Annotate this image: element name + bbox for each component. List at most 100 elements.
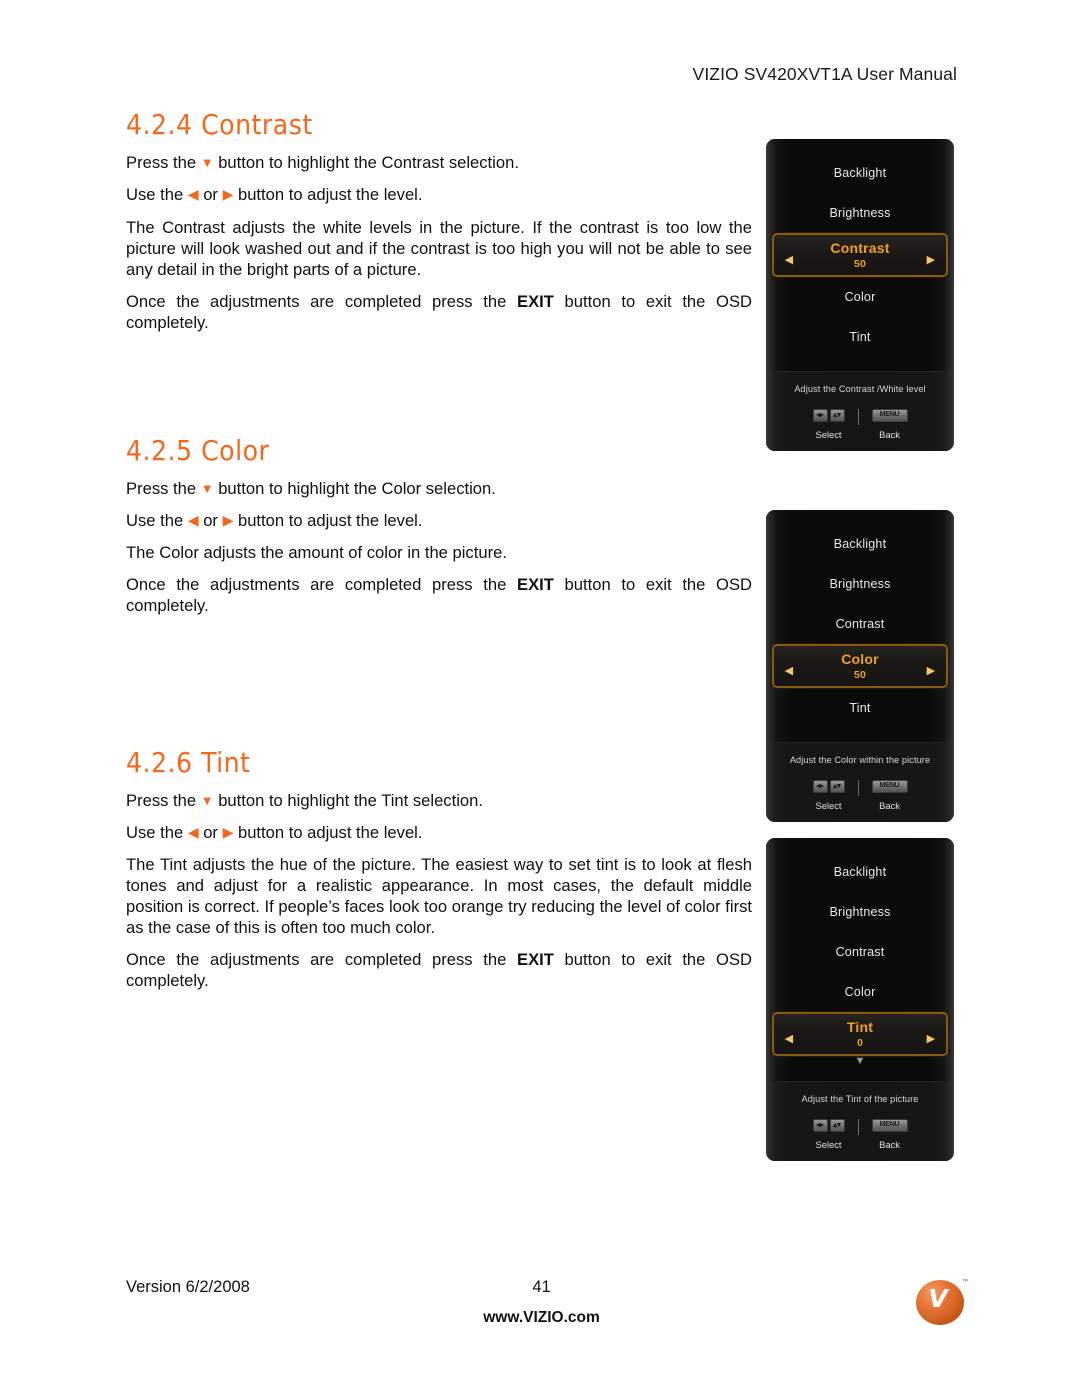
decrease-arrow-icon: ◀ [784,665,794,677]
key-separator [857,780,859,796]
left-right-key-icon: ◂▸ [812,1119,828,1132]
osd-footer: Adjust the Color within the picture ◂▸ ▴▾ S… [766,743,954,822]
scroll-down-icon: ▼ [854,1055,866,1067]
arrow-left-icon: ◀ [187,512,199,529]
osd-screenshot-color: Backlight Brightness Contrast ◀ ▶ Color 50 Tint… [766,510,954,822]
osd-menu-item: Tint [766,688,954,728]
arrow-down-icon: ▼ [200,792,214,808]
osd-footer: Adjust the Contrast /White level ◂▸ ▴▾ Sele… [766,372,954,451]
osd-key-legend: ◂▸ ▴▾ Select MENU Back [766,409,954,440]
osd-menu-item: Backlight [766,852,954,892]
decrease-arrow-icon: ◀ [784,254,794,266]
increase-arrow-icon: ▶ [926,665,936,677]
decrease-arrow-icon: ◀ [784,1033,794,1045]
key-separator [857,409,859,425]
up-down-key-icon: ▴▾ [829,1119,845,1132]
paragraph: Use the ◀ or ▶ button to adjust the leve… [126,822,423,842]
osd-menu-item-selected: ◀ ▶ Color 50 [772,644,948,688]
osd-menu-list: Backlight Brightness Contrast ◀ ▶ Color 50 Tint [766,510,954,738]
exit-keyword: EXIT [517,291,554,311]
back-key-label: Back [879,1139,900,1150]
paragraph: Press the ▼ button to highlight the Colo… [126,479,496,499]
paragraph: The Color adjusts the amount of color in… [126,543,507,563]
osd-menu-item: Brightness [766,892,954,932]
section-color: 4.2.5 Color Press the ▼ button to highli… [126,433,753,617]
key-separator [857,1119,859,1135]
osd-item-value: 50 [853,669,867,681]
osd-item-label: Color [844,290,876,304]
osd-item-label: Brightness [829,206,891,220]
osd-menu-item: Color [766,277,954,317]
osd-item-label: Contrast [835,617,885,631]
section-contrast: 4.2.4 Contrast Press the ▼ button to hig… [126,110,752,333]
section-title-tint: 4.2.6 Tint [126,745,251,779]
osd-panel: Backlight Brightness Contrast ◀ ▶ Color 50 Tint… [766,510,954,822]
key-row: ◂▸ ▴▾ [812,780,845,793]
menu-key-icon: MENU [871,409,908,422]
osd-select-keys: ◂▸ ▴▾ Select [812,780,845,811]
left-right-key-icon: ◂▸ [812,409,828,422]
osd-item-label: Backlight [833,166,887,180]
page-header: VIZIO SV420XVT1A User Manual [692,64,957,84]
osd-item-label: Contrast [835,945,885,959]
key-row: ◂▸ ▴▾ [812,409,845,422]
osd-back-key: MENU Back [871,1119,908,1150]
back-key-label: Back [879,800,900,811]
key-row: MENU [871,1119,908,1132]
arrow-down-icon: ▼ [200,155,214,171]
footer-page-number: 41 [532,1278,551,1296]
osd-item-label: Tint [846,1019,874,1035]
osd-back-key: MENU Back [871,409,908,440]
increase-arrow-icon: ▶ [926,254,936,266]
osd-menu-item: Brightness [766,193,954,233]
osd-menu-item: Tint [766,317,954,357]
osd-hint-text: Adjust the Color within the picture [789,755,931,765]
paragraph: The Contrast adjusts the white levels in… [126,217,752,279]
paragraph: Once the adjustments are completed press… [126,950,753,991]
osd-item-label: Tint [849,701,871,715]
osd-item-label: Contrast [830,240,890,256]
osd-item-label: Color [844,985,876,999]
osd-item-label: Brightness [829,905,891,919]
vizio-logo: V ™ [914,1277,970,1327]
arrow-left-icon: ◀ [187,823,199,840]
osd-menu-list: Backlight Brightness ◀ ▶ Contrast 50 Color Tint [766,139,954,367]
paragraph: Press the ▼ button to highlight the Cont… [126,153,519,173]
osd-item-label: Backlight [833,537,887,551]
section-title-color: 4.2.5 Color [126,433,270,467]
key-row: MENU [871,409,908,422]
back-key-label: Back [879,429,900,440]
osd-menu-item: Backlight [766,153,954,193]
key-row: MENU [871,780,908,793]
osd-item-label: Tint [849,330,871,344]
exit-keyword: EXIT [517,575,554,595]
menu-key-icon: MENU [871,780,908,793]
paragraph: Use the ◀ or ▶ button to adjust the leve… [126,511,423,531]
arrow-down-icon: ▼ [200,481,214,497]
osd-select-keys: ◂▸ ▴▾ Select [812,1119,845,1150]
manual-page: VIZIO SV420XVT1A User Manual 4.2.4 Contr… [0,0,1080,1397]
paragraph: Use the ◀ or ▶ button to adjust the leve… [126,185,423,205]
paragraph: Once the adjustments are completed press… [126,575,753,616]
increase-arrow-icon: ▶ [926,1033,936,1045]
arrow-left-icon: ◀ [187,186,199,203]
osd-menu-item: Brightness [766,564,954,604]
section-title-contrast: 4.2.4 Contrast [126,108,313,141]
osd-panel: Backlight Brightness ◀ ▶ Contrast 50 Color Tint… [766,139,954,451]
paragraph: The Tint adjusts the hue of the picture.… [126,855,752,938]
osd-item-value: 50 [853,258,867,270]
osd-footer: Adjust the Tint of the picture ◂▸ ▴▾ Select… [766,1082,954,1161]
up-down-key-icon: ▴▾ [829,780,845,793]
arrow-right-icon: ▶ [222,512,234,529]
osd-menu-item: Contrast [766,932,954,972]
osd-item-value: 0 [856,1037,864,1049]
key-row: ◂▸ ▴▾ [812,1119,845,1132]
paragraph: Once the adjustments are completed press… [126,291,753,332]
osd-hint-text: Adjust the Contrast /White level [794,384,926,394]
arrow-right-icon: ▶ [222,823,234,840]
osd-panel: Backlight Brightness Contrast Color ◀ ▶ Tint 0 ▼… [766,838,954,1161]
select-key-label: Select [815,800,842,811]
osd-back-key: MENU Back [871,780,908,811]
osd-item-label: Backlight [833,865,887,879]
